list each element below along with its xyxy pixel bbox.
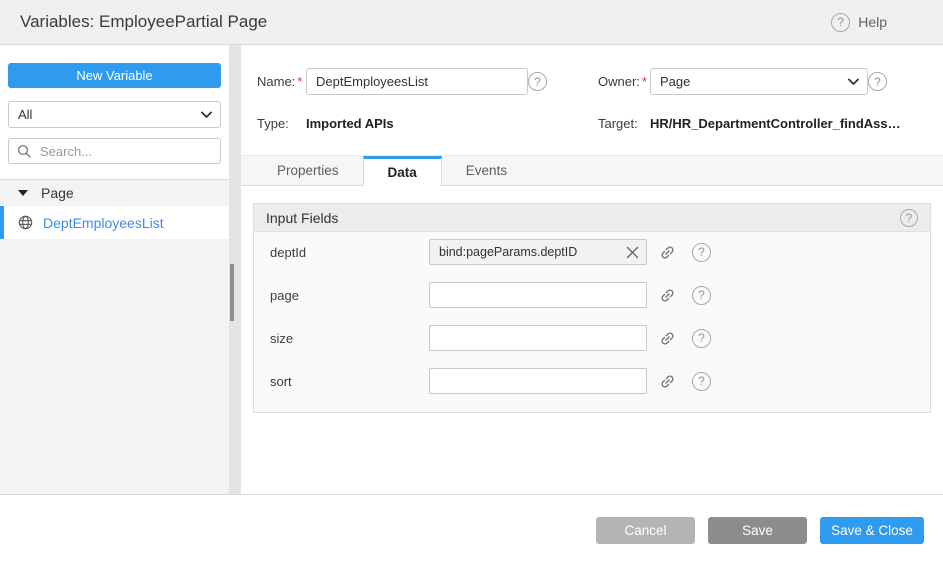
name-help-icon[interactable]: ?: [528, 72, 547, 91]
field-label: page: [270, 288, 429, 303]
input-fields-title: Input Fields: [266, 210, 338, 226]
field-label: deptId: [270, 245, 429, 260]
help-button[interactable]: ? Help: [831, 13, 887, 32]
owner-help-icon[interactable]: ?: [868, 72, 887, 91]
variable-filter-select-wrap: All: [8, 101, 221, 128]
globe-icon: [18, 215, 33, 230]
search-icon: [17, 144, 31, 158]
search-input[interactable]: [38, 143, 212, 160]
bind-link-icon[interactable]: [659, 244, 676, 261]
tree-group-label: Page: [41, 185, 74, 201]
size-input[interactable]: [430, 331, 646, 345]
scrollbar-thumb[interactable]: [230, 264, 234, 321]
field-label: sort: [270, 374, 429, 389]
tab-events[interactable]: Events: [442, 156, 531, 185]
editor-tabs: Properties Data Events: [241, 155, 943, 186]
name-label: Name:*: [257, 74, 306, 89]
input-fields-body: deptId ? page: [254, 232, 930, 412]
form-row-type-target: Type: Imported APIs Target: HR/HR_Depart…: [257, 116, 943, 131]
owner-select-wrap: Page: [650, 68, 868, 95]
type-label: Type:: [257, 116, 306, 131]
variables-dialog: Variables: EmployeePartial Page ? Help N…: [0, 0, 943, 563]
target-label: Target:: [598, 116, 650, 131]
input-fields-header: Input Fields ?: [254, 204, 930, 232]
form-row-name-owner: Name:* ? Owner:* Page ?: [257, 68, 943, 95]
dialog-footer: Cancel Save Save & Close: [0, 494, 943, 563]
variables-tree: Page DeptEmployeesList: [0, 179, 229, 494]
cancel-button[interactable]: Cancel: [596, 517, 695, 544]
input-fields-panel: Input Fields ? deptId: [253, 203, 931, 413]
variables-sidebar: New Variable All: [0, 45, 229, 494]
tree-group-page[interactable]: Page: [0, 180, 229, 206]
required-marker: *: [297, 74, 302, 89]
field-row-deptid: deptId ?: [254, 239, 930, 265]
field-label: size: [270, 331, 429, 346]
page-input[interactable]: [430, 288, 646, 302]
field-input-wrap: [429, 325, 647, 351]
field-help-icon[interactable]: ?: [692, 286, 711, 305]
target-value: HR/HR_DepartmentController_findAss…: [650, 116, 901, 131]
required-marker: *: [642, 74, 647, 89]
field-help-icon[interactable]: ?: [692, 329, 711, 348]
sort-input[interactable]: [430, 374, 646, 388]
new-variable-button[interactable]: New Variable: [8, 63, 221, 88]
name-input[interactable]: [306, 68, 528, 95]
variable-meta-form: Name:* ? Owner:* Page ?: [241, 45, 943, 131]
field-row-size: size ?: [254, 325, 930, 351]
caret-down-icon: [18, 190, 28, 196]
owner-label: Owner:*: [598, 74, 650, 89]
bind-link-icon[interactable]: [659, 373, 676, 390]
field-row-sort: sort ?: [254, 368, 930, 394]
type-value: Imported APIs: [306, 116, 394, 131]
input-fields-help-icon[interactable]: ?: [900, 209, 918, 227]
variable-filter-select[interactable]: All: [8, 101, 221, 128]
owner-select[interactable]: Page: [650, 68, 868, 95]
field-input-wrap: [429, 239, 647, 265]
tab-properties[interactable]: Properties: [253, 156, 363, 185]
tab-data[interactable]: Data: [363, 156, 442, 186]
sidebar-controls: New Variable All: [0, 45, 229, 164]
bind-link-icon[interactable]: [659, 287, 676, 304]
bind-link-icon[interactable]: [659, 330, 676, 347]
clear-binding-button[interactable]: [618, 240, 646, 264]
page-title: Variables: EmployeePartial Page: [20, 12, 831, 32]
field-help-icon[interactable]: ?: [692, 243, 711, 262]
save-and-close-button[interactable]: Save & Close: [820, 517, 924, 544]
field-input-wrap: [429, 282, 647, 308]
tree-item-label: DeptEmployeesList: [43, 215, 164, 231]
dialog-header: Variables: EmployeePartial Page ? Help: [0, 0, 943, 45]
help-icon: ?: [831, 13, 850, 32]
help-label: Help: [858, 14, 887, 30]
search-box: [8, 138, 221, 164]
tree-item-deptemployeeslist[interactable]: DeptEmployeesList: [0, 206, 229, 239]
sidebar-scrollbar[interactable]: [229, 45, 241, 494]
field-input-wrap: [429, 368, 647, 394]
save-button[interactable]: Save: [708, 517, 807, 544]
variable-editor: Name:* ? Owner:* Page ?: [241, 45, 943, 494]
deptid-input[interactable]: [430, 245, 618, 259]
field-help-icon[interactable]: ?: [692, 372, 711, 391]
field-row-page: page ?: [254, 282, 930, 308]
